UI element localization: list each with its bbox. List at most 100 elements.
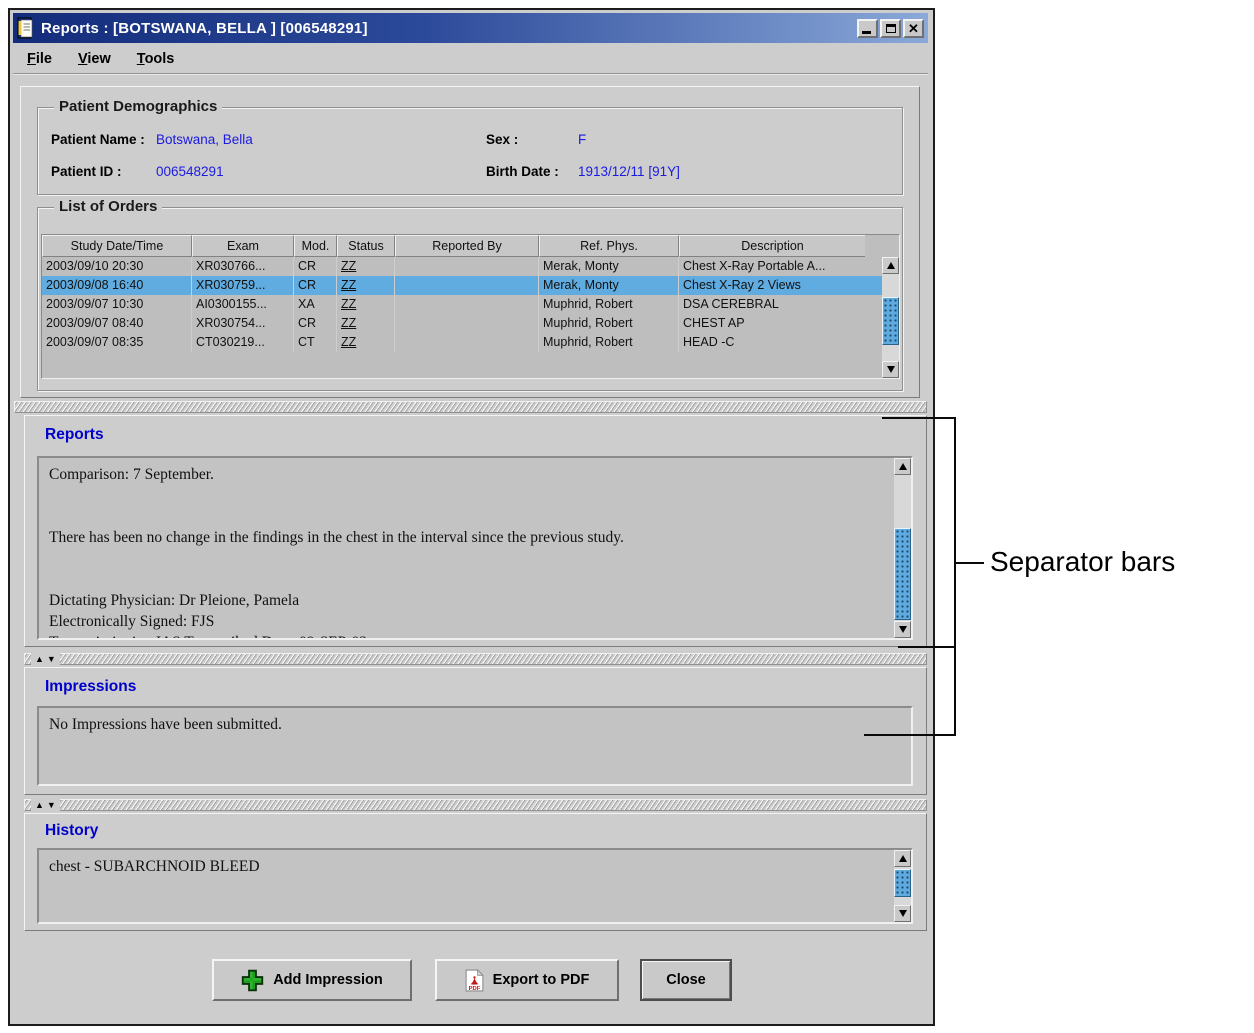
table-scrollbar[interactable]	[882, 257, 899, 378]
cell	[395, 276, 539, 295]
patient-name-label: Patient Name :	[51, 132, 145, 147]
close-label: Close	[666, 972, 706, 988]
collapse-up-icon[interactable]: ▲	[35, 655, 44, 664]
scroll-down-button[interactable]	[882, 361, 899, 378]
menu-tools[interactable]: Tools	[137, 51, 175, 67]
close-window-button[interactable]: ✕	[903, 19, 924, 38]
scrollbar-thumb[interactable]	[894, 528, 911, 620]
reports-panel: Reports Comparison: 7 September. There h…	[24, 415, 927, 647]
svg-text:PDF: PDF	[468, 985, 480, 991]
scroll-up-button[interactable]	[894, 850, 911, 867]
add-impression-button[interactable]: Add Impression	[212, 959, 412, 1001]
cell: Muphrid, Robert	[539, 295, 679, 314]
cell: CR	[294, 314, 337, 333]
cell-status: ZZ	[337, 276, 395, 295]
cell: AI0300155...	[192, 295, 294, 314]
scrollbar-thumb[interactable]	[894, 869, 911, 897]
export-to-pdf-button[interactable]: PDF Export to PDF	[435, 959, 619, 1001]
table-row[interactable]: 2003/09/07 08:40 XR030754... CR ZZ Muphr…	[42, 314, 899, 333]
table-row[interactable]: 2003/09/07 08:35 CT030219... CT ZZ Muphr…	[42, 333, 899, 352]
pdf-icon: PDF	[465, 969, 484, 992]
column-header-description[interactable]: Description	[679, 235, 865, 257]
cell	[395, 333, 539, 352]
cell: Muphrid, Robert	[539, 333, 679, 352]
cell: CT030219...	[192, 333, 294, 352]
cell-status: ZZ	[337, 333, 395, 352]
scroll-up-button[interactable]	[894, 458, 911, 475]
cell: CT	[294, 333, 337, 352]
menu-file[interactable]: File	[27, 51, 52, 67]
collapse-down-icon[interactable]: ▼	[47, 801, 56, 810]
column-header-exam[interactable]: Exam	[192, 235, 294, 257]
column-header-reported-by[interactable]: Reported By	[395, 235, 539, 257]
reports-text: Comparison: 7 September. There has been …	[39, 458, 891, 640]
cell	[395, 314, 539, 333]
separator-bar-1[interactable]	[14, 401, 927, 413]
impressions-textarea[interactable]: No Impressions have been submitted.	[37, 706, 913, 786]
patient-demographics-group: Patient Demographics Patient Name : Bots…	[37, 107, 903, 195]
cell: CHEST AP	[679, 314, 882, 333]
list-of-orders-group: List of Orders Study Date/Time Exam Mod.…	[37, 207, 903, 391]
column-header-status[interactable]: Status	[337, 235, 395, 257]
maximize-button[interactable]	[880, 19, 901, 38]
cell: 2003/09/08 16:40	[42, 276, 192, 295]
collapse-down-icon[interactable]: ▼	[47, 655, 56, 664]
column-header-study-date[interactable]: Study Date/Time	[42, 235, 192, 257]
cell: 2003/09/07 10:30	[42, 295, 192, 314]
scroll-down-button[interactable]	[894, 905, 911, 922]
separator-bar-3[interactable]: ▲▼	[24, 799, 927, 811]
window-icon	[17, 17, 35, 39]
arrow-up-icon	[899, 855, 907, 862]
reports-scrollbar[interactable]	[894, 458, 911, 638]
sex-value: F	[578, 132, 586, 147]
export-to-pdf-label: Export to PDF	[493, 972, 590, 988]
reports-window: Reports : [BOTSWANA, BELLA ] [006548291]…	[8, 8, 935, 1026]
column-header-mod[interactable]: Mod.	[294, 235, 337, 257]
scroll-down-button[interactable]	[894, 621, 911, 638]
cell: 2003/09/10 20:30	[42, 257, 192, 276]
arrow-down-icon	[899, 910, 907, 917]
cell: HEAD -C	[679, 333, 882, 352]
collapse-up-icon[interactable]: ▲	[35, 801, 44, 810]
table-row[interactable]: 2003/09/07 10:30 AI0300155... XA ZZ Muph…	[42, 295, 899, 314]
menu-view[interactable]: View	[78, 51, 111, 67]
separator-bar-2[interactable]: ▲▼	[24, 653, 927, 665]
arrow-down-icon	[899, 626, 907, 633]
maximize-icon	[886, 24, 896, 33]
table-row[interactable]: 2003/09/10 20:30 XR030766... CR ZZ Merak…	[42, 257, 899, 276]
birth-date-value: 1913/12/11 [91Y]	[578, 164, 680, 179]
scroll-up-button[interactable]	[882, 257, 899, 274]
history-title: History	[45, 822, 98, 840]
cell	[395, 295, 539, 314]
menu-bar: File View Tools	[13, 45, 928, 75]
scrollbar-thumb[interactable]	[882, 297, 899, 345]
plus-icon	[241, 969, 264, 992]
close-button[interactable]: Close	[640, 959, 732, 1001]
annotation-tick-bottom	[864, 734, 956, 736]
cell: Muphrid, Robert	[539, 314, 679, 333]
reports-title: Reports	[45, 426, 104, 444]
history-scrollbar[interactable]	[894, 850, 911, 922]
cell-status: ZZ	[337, 295, 395, 314]
annotation-tick-middle	[898, 646, 956, 648]
cell: 2003/09/07 08:40	[42, 314, 192, 333]
history-textarea[interactable]: chest - SUBARCHNOID BLEED	[37, 848, 913, 924]
patient-id-label: Patient ID :	[51, 164, 122, 179]
reports-textarea[interactable]: Comparison: 7 September. There has been …	[37, 456, 913, 640]
title-bar[interactable]: Reports : [BOTSWANA, BELLA ] [006548291]…	[13, 13, 928, 43]
cell: XR030766...	[192, 257, 294, 276]
patient-name-value: Botswana, Bella	[156, 132, 253, 147]
history-text: chest - SUBARCHNOID BLEED	[39, 850, 891, 883]
impressions-panel: Impressions No Impressions have been sub…	[24, 667, 927, 795]
minimize-button[interactable]	[857, 19, 878, 38]
minimize-icon	[862, 31, 871, 34]
list-of-orders-title: List of Orders	[54, 198, 162, 215]
table-row-selected[interactable]: 2003/09/08 16:40 XR030759... CR ZZ Merak…	[42, 276, 899, 295]
annotation-bracket-vertical	[954, 417, 956, 736]
sex-label: Sex :	[486, 132, 518, 147]
arrow-up-icon	[899, 463, 907, 470]
cell: Chest X-Ray Portable A...	[679, 257, 882, 276]
column-header-ref-phys[interactable]: Ref. Phys.	[539, 235, 679, 257]
cell-status: ZZ	[337, 314, 395, 333]
add-impression-label: Add Impression	[273, 972, 383, 988]
